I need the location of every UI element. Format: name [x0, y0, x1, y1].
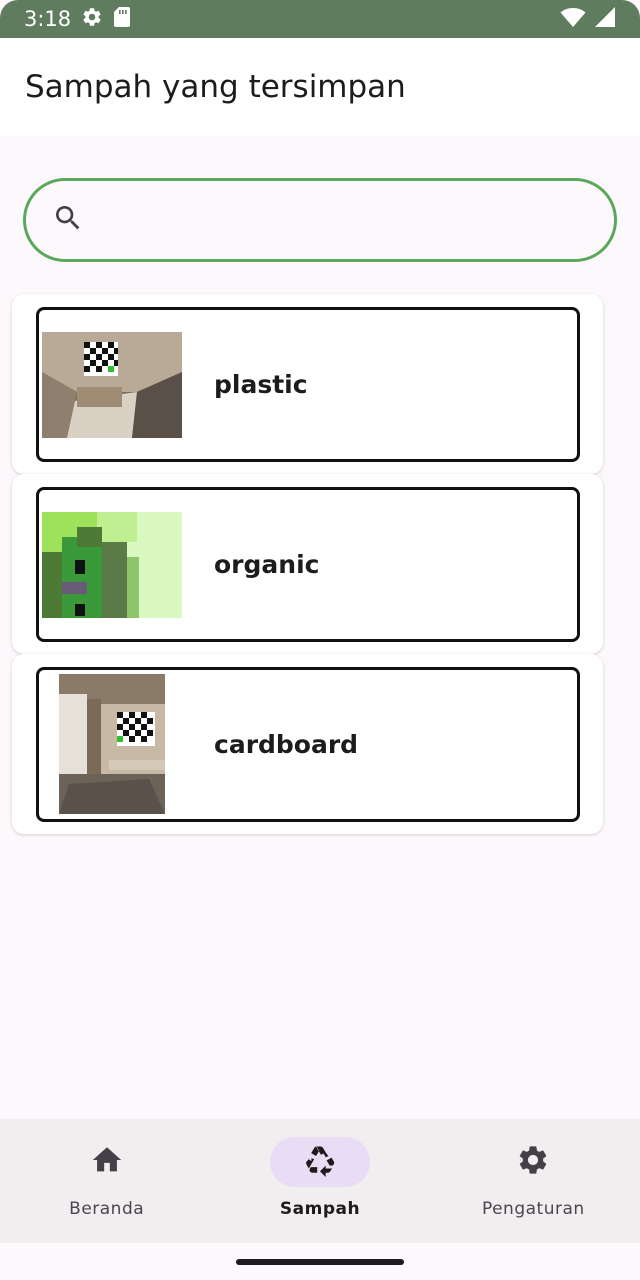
nav-indicator	[269, 1137, 370, 1187]
search-icon	[52, 202, 84, 238]
page-title: Sampah yang tersimpan	[25, 69, 406, 105]
waste-list: plastic organic cardboard	[12, 294, 603, 834]
nav-item-beranda[interactable]: Beranda	[0, 1119, 213, 1243]
item-thumbnail	[42, 332, 182, 438]
item-label: cardboard	[214, 730, 359, 759]
nav-item-sampah[interactable]: Sampah	[213, 1119, 426, 1243]
item-label: organic	[214, 550, 320, 579]
wifi-icon	[560, 6, 586, 32]
nav-label: Pengaturan	[481, 1199, 585, 1219]
list-item[interactable]: organic	[12, 474, 603, 654]
list-item[interactable]: cardboard	[12, 654, 603, 834]
recycle-icon	[303, 1143, 337, 1181]
item-thumbnail	[42, 512, 182, 618]
settings-icon	[81, 6, 103, 32]
gesture-area	[0, 1243, 640, 1280]
bottom-navigation: Beranda Sampah Pengaturan	[0, 1119, 640, 1243]
gear-icon	[516, 1143, 550, 1181]
home-gesture-bar[interactable]	[236, 1259, 404, 1265]
status-time: 3:18	[24, 7, 72, 31]
nav-item-pengaturan[interactable]: Pengaturan	[427, 1119, 640, 1243]
sd-card-icon	[113, 6, 131, 32]
status-bar: 3:18	[0, 0, 640, 38]
signal-icon	[594, 6, 616, 32]
nav-label: Sampah	[279, 1199, 361, 1219]
item-label: plastic	[214, 370, 308, 399]
home-icon	[90, 1143, 124, 1181]
app-bar: Sampah yang tersimpan	[0, 38, 640, 136]
nav-indicator	[57, 1137, 157, 1187]
card-frame[interactable]: plastic	[36, 307, 580, 462]
card-frame[interactable]: organic	[36, 487, 580, 642]
item-thumbnail	[59, 674, 165, 814]
nav-label: Beranda	[69, 1199, 145, 1219]
nav-indicator	[483, 1137, 583, 1187]
list-item[interactable]: plastic	[12, 294, 603, 474]
search-input[interactable]	[102, 207, 572, 233]
card-frame[interactable]: cardboard	[36, 667, 580, 822]
search-bar[interactable]	[23, 178, 617, 262]
